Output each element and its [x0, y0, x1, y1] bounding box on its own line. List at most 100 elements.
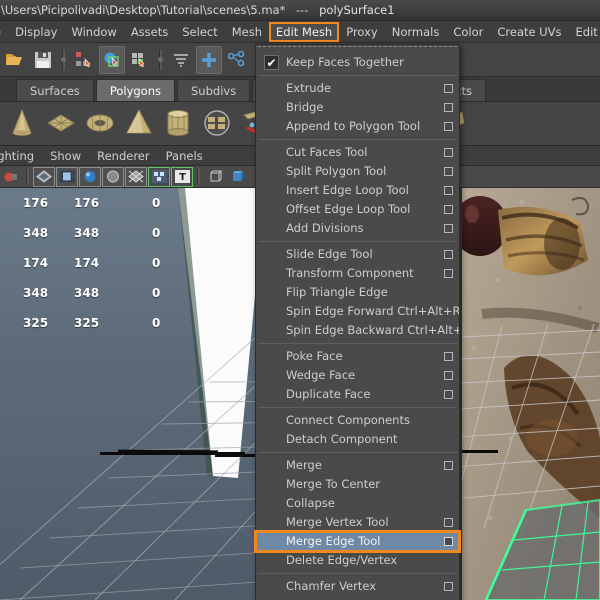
poly-soccer-ball-icon[interactable]: [199, 106, 235, 142]
menu-item-window[interactable]: Window: [64, 22, 123, 42]
option-box-icon[interactable]: [444, 167, 453, 176]
menu-option-append-to-polygon-tool[interactable]: Append to Polygon Tool: [256, 117, 459, 136]
panel-toolbar-divider-2[interactable]: [194, 168, 203, 186]
menu-option-flip-triangle-edge[interactable]: Flip Triangle Edge: [256, 283, 459, 302]
menu-separator: [258, 241, 457, 242]
menu-item-mesh[interactable]: Mesh: [225, 22, 269, 42]
resolution-gate-icon[interactable]: [79, 166, 101, 187]
select-camera-icon[interactable]: [0, 167, 22, 187]
gate-mask-icon[interactable]: [102, 166, 124, 187]
menu-option-connect-components[interactable]: Connect Components: [256, 411, 459, 430]
panel-menu-ighting[interactable]: ighting: [0, 149, 42, 163]
poly-cone-icon[interactable]: [4, 106, 40, 142]
menu-item-create-uvs[interactable]: Create UVs: [490, 22, 568, 42]
poly-plane-icon[interactable]: [43, 106, 79, 142]
panel-menu-panels[interactable]: Panels: [158, 149, 211, 163]
menu-tear-off-handle[interactable]: [258, 46, 457, 53]
option-box-icon[interactable]: [444, 122, 453, 131]
menu-option-bevel[interactable]: Bevel: [256, 596, 459, 600]
menu-item-display[interactable]: Display: [8, 22, 64, 42]
menu-option-cut-faces-tool[interactable]: Cut Faces Tool: [256, 143, 459, 162]
hud-value: 0: [152, 316, 161, 330]
option-box-icon[interactable]: [444, 537, 453, 546]
menu-item-color[interactable]: Color: [446, 22, 490, 42]
menu-option-insert-edge-loop-tool[interactable]: Insert Edge Loop Tool: [256, 181, 459, 200]
menu-item-assets[interactable]: Assets: [124, 22, 175, 42]
menu-option-transform-component[interactable]: Transform Component: [256, 264, 459, 283]
menu-option-wedge-face[interactable]: Wedge Face: [256, 366, 459, 385]
shelf-tab-polygons[interactable]: Polygons: [95, 79, 175, 101]
snap-to-grid-icon[interactable]: [196, 45, 222, 74]
menu-option-poke-face[interactable]: Poke Face: [256, 347, 459, 366]
save-scene-icon[interactable]: [30, 46, 56, 74]
menu-option-keep-faces-together[interactable]: ✔ Keep Faces Together: [256, 53, 459, 72]
option-box-icon[interactable]: [444, 518, 453, 527]
menu-item-edit-uvs[interactable]: Edit UVs: [569, 22, 600, 42]
menu-option-merge[interactable]: Merge: [256, 456, 459, 475]
menu-option-spin-edge-backward-ctrl-alt-left[interactable]: Spin Edge Backward Ctrl+Alt+Left: [256, 321, 459, 340]
panel-toolbar-divider[interactable]: [23, 168, 32, 186]
scene-file-path: \Users\Picipolivadi\Desktop\Tutorial\sce…: [1, 3, 286, 17]
option-box-icon[interactable]: [444, 250, 453, 259]
menu-option-merge-to-center[interactable]: Merge To Center: [256, 475, 459, 494]
option-box-icon[interactable]: [444, 103, 453, 112]
two-panel-icon[interactable]: [33, 166, 55, 187]
smooth-shade-all-icon[interactable]: [227, 167, 249, 187]
option-box-icon[interactable]: [444, 582, 453, 591]
toolbar-divider[interactable]: [58, 47, 69, 73]
panel-menu-show[interactable]: Show: [42, 149, 89, 163]
menu-option-chamfer-vertex[interactable]: Chamfer Vertex: [256, 577, 459, 596]
component-mask-icon[interactable]: [168, 46, 194, 74]
option-box-icon[interactable]: [444, 84, 453, 93]
menu-option-slide-edge-tool[interactable]: Slide Edge Tool: [256, 245, 459, 264]
menu-option-delete-edge-vertex[interactable]: Delete Edge/Vertex: [256, 551, 459, 570]
menu-option-merge-edge-tool[interactable]: Merge Edge Tool: [254, 530, 461, 553]
menu-item-proxy[interactable]: Proxy: [339, 22, 385, 42]
select-by-object-type-icon[interactable]: [99, 45, 125, 74]
menu-item-select[interactable]: Select: [175, 22, 224, 42]
option-box-icon[interactable]: [444, 269, 453, 278]
option-box-icon[interactable]: [444, 224, 453, 233]
xray-icon[interactable]: [125, 166, 147, 187]
wireframe-shading-icon[interactable]: [204, 167, 226, 187]
option-box-icon[interactable]: [444, 148, 453, 157]
option-box-icon[interactable]: [444, 205, 453, 214]
menu-option-duplicate-face[interactable]: Duplicate Face: [256, 385, 459, 404]
menu-option-label: Add Divisions: [286, 221, 364, 235]
menu-option-split-polygon-tool[interactable]: Split Polygon Tool: [256, 162, 459, 181]
film-gate-icon[interactable]: [56, 166, 78, 187]
poly-cylinder-icon[interactable]: [160, 106, 196, 142]
select-by-hierarchy-icon[interactable]: [71, 46, 97, 74]
menu-option-merge-vertex-tool[interactable]: Merge Vertex Tool: [256, 513, 459, 532]
menu-option-bridge[interactable]: Bridge: [256, 98, 459, 117]
menu-option-label: Insert Edge Loop Tool: [286, 183, 409, 197]
menu-option-add-divisions[interactable]: Add Divisions: [256, 219, 459, 238]
panel-menu-renderer[interactable]: Renderer: [89, 149, 158, 163]
option-box-icon[interactable]: [444, 390, 453, 399]
poly-torus-icon[interactable]: [82, 106, 118, 142]
toolbar-divider-2[interactable]: [155, 47, 166, 73]
menu-option-label: Delete Edge/Vertex: [286, 553, 398, 567]
option-box-icon[interactable]: [444, 461, 453, 470]
open-scene-icon[interactable]: [2, 46, 28, 74]
option-box-icon[interactable]: [444, 186, 453, 195]
texture-display-icon[interactable]: T: [171, 166, 193, 187]
construction-history-icon[interactable]: [224, 46, 250, 74]
select-by-component-type-icon[interactable]: [127, 46, 153, 74]
shelf-tab-surfaces[interactable]: Surfaces: [16, 79, 94, 101]
option-box-icon[interactable]: [444, 352, 453, 361]
menu-option-collapse[interactable]: Collapse: [256, 494, 459, 513]
menu-item-edit-mesh[interactable]: Edit Mesh: [269, 21, 340, 42]
shelf-tab-subdivs[interactable]: Subdivs: [177, 79, 251, 101]
menu-option-extrude[interactable]: Extrude: [256, 79, 459, 98]
isolate-select-icon[interactable]: [148, 166, 170, 187]
menu-option-detach-component[interactable]: Detach Component: [256, 430, 459, 449]
poly-pyramid-icon[interactable]: [121, 106, 157, 142]
menu-item-normals[interactable]: Normals: [385, 22, 447, 42]
menu-option-offset-edge-loop-tool[interactable]: Offset Edge Loop Tool: [256, 200, 459, 219]
menu-option-spin-edge-forward-ctrl-alt-right[interactable]: Spin Edge Forward Ctrl+Alt+Right: [256, 302, 459, 321]
option-box-icon[interactable]: [444, 371, 453, 380]
menu-item-e[interactable]: e: [0, 22, 8, 42]
hud-value: 0: [152, 256, 161, 270]
reference-image-viewport[interactable]: [462, 188, 600, 600]
